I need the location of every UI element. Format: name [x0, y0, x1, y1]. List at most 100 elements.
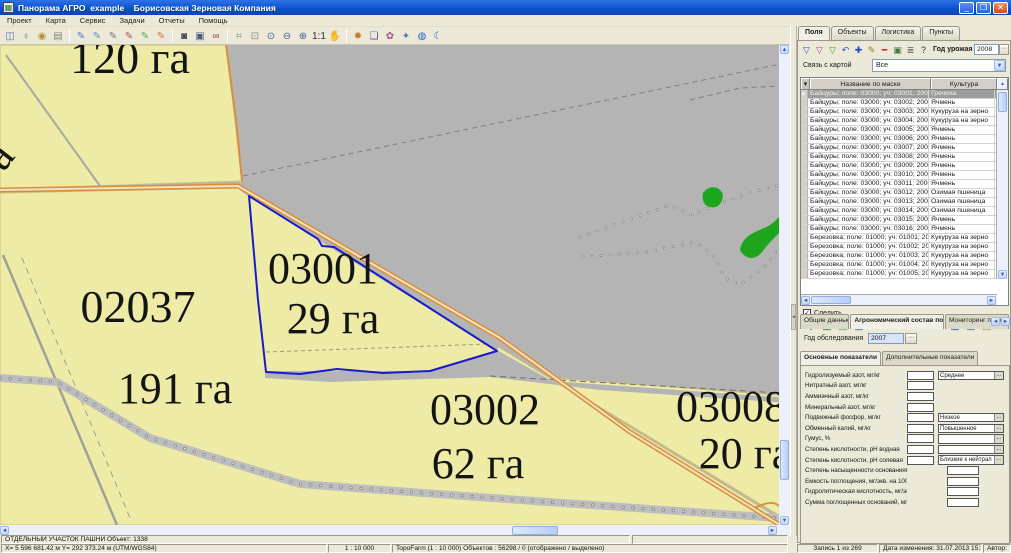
ellipsis-icon[interactable]: ⋯: [994, 435, 1003, 443]
table-row[interactable]: Байцуры; поле: 03000; уч: 03006; 2008 г.…: [801, 135, 997, 144]
undo-icon[interactable]: ↶: [839, 44, 852, 57]
ellipsis-icon[interactable]: ⋯: [994, 456, 1003, 464]
scroll-up-icon[interactable]: ▲: [780, 45, 789, 54]
table-row[interactable]: Байцуры; поле: 03000; уч: 03015; 2008 г.…: [801, 216, 997, 225]
parameter-value-input[interactable]: [947, 477, 979, 486]
tab-Общие данные[interactable]: Общие данные: [800, 314, 849, 329]
binoculars-icon[interactable]: ∞: [208, 28, 224, 43]
parameter-value-input[interactable]: [907, 424, 934, 433]
menu-item-Карта[interactable]: Карта: [39, 16, 73, 25]
table-v-thumb[interactable]: [998, 92, 1007, 112]
scroll-right-icon[interactable]: ►: [768, 526, 777, 535]
route-pin-1-icon[interactable]: ✎: [73, 28, 89, 43]
column-header-name[interactable]: Название по маске: [810, 78, 931, 89]
zoom-icon[interactable]: ⊙: [263, 28, 279, 43]
menu-item-Отчеты[interactable]: Отчеты: [152, 16, 192, 25]
table-h-thumb[interactable]: [811, 296, 851, 304]
parameter-value-input[interactable]: [947, 466, 979, 475]
open-globe-icon[interactable]: ♁: [18, 28, 34, 43]
panel-splitter[interactable]: ◂: [790, 26, 797, 536]
route-pin-4-icon[interactable]: ✎: [121, 28, 137, 43]
table-horizontal-scrollbar[interactable]: ◄ ►: [801, 294, 997, 305]
new-map-icon[interactable]: ◫: [2, 28, 18, 43]
tab-Основные показатели[interactable]: Основные показатели: [800, 351, 881, 365]
parameter-value-input[interactable]: [947, 498, 979, 507]
camera-icon[interactable]: ◙: [176, 28, 192, 43]
minimize-button[interactable]: _: [959, 2, 974, 14]
table-row[interactable]: Байцуры; поле: 03000; уч: 03004; 2008 г.…: [801, 117, 997, 126]
globe-icon[interactable]: ◍: [414, 28, 430, 43]
survey-year-picker-button[interactable]: ⋯: [905, 333, 917, 344]
parameter-value-input[interactable]: [907, 434, 934, 443]
restore-button[interactable]: ❐: [976, 2, 991, 14]
harvest-year-picker-button[interactable]: ⋯: [999, 44, 1009, 55]
parameter-level-combobox[interactable]: Среднее⋯: [938, 371, 1004, 381]
table-sort-icon[interactable]: ▾: [801, 78, 810, 89]
survey-year-input[interactable]: 2007: [868, 333, 904, 344]
delete-record-icon[interactable]: ━: [878, 44, 891, 57]
pan-hand-icon[interactable]: ✋: [327, 28, 343, 43]
scroll-down-icon[interactable]: ▼: [780, 516, 789, 525]
layers-icon[interactable]: ❏: [366, 28, 382, 43]
table-row[interactable]: Байцуры; поле: 03000; уч: 03008; 2008 г.…: [801, 153, 997, 162]
parameter-value-input[interactable]: [907, 371, 934, 380]
tabs-scroll-left-icon[interactable]: ◄: [991, 317, 1000, 326]
paint-icon[interactable]: ✹: [350, 28, 366, 43]
menu-item-Проект[interactable]: Проект: [0, 16, 39, 25]
column-header-culture[interactable]: Культура: [931, 78, 997, 89]
parameter-level-combobox[interactable]: Низкое⋯: [938, 413, 1004, 423]
parameter-value-input[interactable]: [907, 392, 934, 401]
ellipsis-icon[interactable]: ⋯: [994, 446, 1003, 454]
parameter-level-combobox[interactable]: Повышенное⋯: [938, 424, 1004, 434]
table-row[interactable]: Байцуры; поле: 03000; уч: 03013; 2008 г.…: [801, 198, 997, 207]
tab-Объекты[interactable]: Объекты: [831, 26, 874, 40]
parameter-value-input[interactable]: [907, 413, 934, 422]
close-button[interactable]: ✕: [993, 2, 1008, 14]
map-link-combobox[interactable]: Все ▼: [872, 59, 1006, 72]
menu-item-Задачи[interactable]: Задачи: [112, 16, 151, 25]
parameter-value-input[interactable]: [947, 487, 979, 496]
table-row[interactable]: Березовка; поле: 01000; уч: 01001; 2008 …: [801, 234, 997, 243]
filter-add-icon[interactable]: ▽: [813, 44, 826, 57]
edit-record-icon[interactable]: ✎: [865, 44, 878, 57]
chevron-down-icon[interactable]: ▼: [994, 60, 1005, 71]
table-scroll-down-icon[interactable]: ▼: [998, 270, 1007, 279]
tab-Пункты[interactable]: Пункты: [922, 26, 960, 40]
parameter-level-combobox[interactable]: ⋯: [938, 434, 1004, 444]
table-row[interactable]: Байцуры; поле: 03000; уч: 03016; 2008 г.…: [801, 225, 997, 234]
route-pin-2-icon[interactable]: ✎: [89, 28, 105, 43]
menu-item-Сервис[interactable]: Сервис: [73, 16, 113, 25]
ellipsis-icon[interactable]: ⋯: [994, 414, 1003, 422]
parameter-level-combobox[interactable]: ⋯: [938, 445, 1004, 455]
select-rect-icon[interactable]: ⌗: [231, 28, 247, 43]
add-record-icon[interactable]: ✚: [852, 44, 865, 57]
harvest-year-input[interactable]: 2008: [974, 44, 999, 55]
table-row[interactable]: Березовка; поле: 01000; уч: 01005; 2008 …: [801, 270, 997, 279]
table-row[interactable]: Байцуры; поле: 03000; уч: 03002; 2008 г.…: [801, 99, 997, 108]
table-row[interactable]: ▶Байцуры; поле: 03000; уч: 03001; 2008 г…: [801, 90, 997, 99]
table-row[interactable]: Березовка; поле: 01000; уч: 01003; 2008 …: [801, 252, 997, 261]
map-canvas[interactable]: 120 га га 02037 191 га 03001 29 га 03002…: [0, 45, 779, 525]
h-scroll-thumb[interactable]: [512, 526, 558, 535]
tab-Логистика[interactable]: Логистика: [875, 26, 922, 40]
parameter-value-input[interactable]: [907, 403, 934, 412]
page-list-icon[interactable]: ▤: [50, 28, 66, 43]
table-row[interactable]: Байцуры; поле: 03000; уч: 03012; 2008 г.…: [801, 189, 997, 198]
ellipsis-icon[interactable]: ⋯: [994, 425, 1003, 433]
table-scroll-right-icon[interactable]: ►: [987, 296, 996, 305]
table-row[interactable]: Байцуры; поле: 03000; уч: 03011; 2008 г.…: [801, 180, 997, 189]
screen-icon[interactable]: ▣: [192, 28, 208, 43]
v-scroll-thumb[interactable]: [780, 440, 789, 480]
filter-icon[interactable]: ▽: [800, 44, 813, 57]
tab-Агрономический состав почв[interactable]: Агрономический состав почв: [850, 314, 944, 329]
import-icon[interactable]: ◉: [34, 28, 50, 43]
table-row[interactable]: Байцуры; поле: 03000; уч: 03009; 2008 г.…: [801, 162, 997, 171]
one-to-one-icon[interactable]: 1:1: [311, 28, 327, 43]
parameter-level-combobox[interactable]: Близкие к нейтрал⋯: [938, 455, 1004, 465]
parameter-value-input[interactable]: [907, 445, 934, 454]
table-row[interactable]: Березовка; поле: 01000; уч: 01002; 2008 …: [801, 243, 997, 252]
report-icon[interactable]: ≣: [904, 44, 917, 57]
route-pin-3-icon[interactable]: ✎: [105, 28, 121, 43]
collapse-panel-icon[interactable]: ◂: [791, 304, 796, 330]
table-row[interactable]: Байцуры; поле: 03000; уч: 03014; 2008 г.…: [801, 207, 997, 216]
